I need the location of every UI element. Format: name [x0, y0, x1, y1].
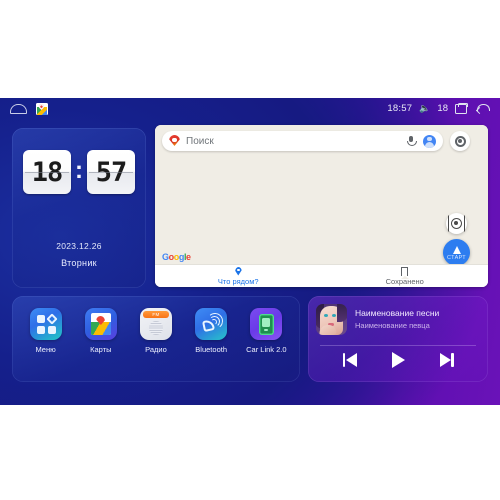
music-track-row: Наименование песни Наименование певца — [316, 304, 480, 335]
music-controls — [308, 352, 488, 368]
flip-clock: 18 : 57 — [12, 150, 146, 194]
apps-dock: Меню Карты FM Радио Bluetooth Car Link 2… — [12, 296, 300, 382]
app-car-link[interactable]: Car Link 2.0 — [240, 308, 292, 354]
google-maps-pin-icon — [169, 135, 180, 147]
previous-track-button[interactable] — [340, 352, 360, 368]
car-head-unit-screen: 18:57 🔈 18 18 : 57 2023.12.26 Вторник По… — [0, 98, 500, 405]
clock-separator: : — [75, 156, 83, 184]
back-arrow-icon[interactable] — [475, 103, 490, 114]
play-icon — [391, 352, 405, 368]
map-widget[interactable]: Поиск СТАРТ Google Что рядом? Сохранено — [155, 125, 488, 287]
google-maps-icon[interactable] — [36, 102, 48, 115]
track-title: Наименование песни — [355, 308, 440, 318]
status-bar: 18:57 🔈 18 — [0, 98, 500, 119]
tab-saved[interactable]: Сохранено — [322, 266, 489, 286]
radio-fm-icon: FM — [139, 308, 172, 340]
status-clock: 18:57 — [387, 103, 413, 114]
app-radio-label: Радио — [145, 345, 167, 354]
music-divider — [320, 345, 476, 346]
weekday-label: Вторник — [61, 258, 97, 268]
skip-next-icon — [439, 353, 454, 367]
map-settings-button[interactable] — [450, 131, 470, 151]
clock-hours: 18 — [23, 150, 71, 194]
music-widget[interactable]: Наименование песни Наименование певца — [308, 296, 488, 382]
status-bar-right: 18:57 🔈 18 — [387, 103, 500, 114]
app-maps[interactable]: Карты — [75, 308, 127, 354]
app-car-link-label: Car Link 2.0 — [246, 345, 287, 354]
my-location-icon — [448, 215, 466, 233]
app-bluetooth[interactable]: Bluetooth — [185, 308, 237, 354]
navigation-arrow-icon — [452, 246, 461, 254]
my-location-button[interactable] — [446, 213, 467, 234]
tab-nearby[interactable]: Что рядом? — [155, 267, 322, 286]
home-icon[interactable] — [10, 103, 27, 114]
car-link-icon — [250, 308, 283, 340]
date-label: 2023.12.26 — [56, 241, 102, 251]
app-radio[interactable]: FM Радио — [130, 308, 182, 354]
music-text-block: Наименование песни Наименование певца — [355, 307, 480, 332]
map-bottom-tabs: Что рядом? Сохранено — [155, 264, 488, 287]
microphone-icon[interactable] — [406, 135, 417, 147]
skip-previous-icon — [342, 353, 358, 367]
recents-icon[interactable] — [455, 103, 468, 114]
bluetooth-phone-icon — [195, 308, 228, 340]
next-track-button[interactable] — [436, 352, 456, 368]
start-button-label: СТАРТ — [447, 255, 466, 261]
account-avatar-icon[interactable] — [423, 134, 436, 148]
speaker-volume-icon[interactable]: 🔈 — [419, 103, 430, 114]
clock-minutes: 57 — [87, 150, 135, 194]
play-button[interactable] — [388, 352, 408, 368]
tab-nearby-label: Что рядом? — [217, 276, 259, 286]
status-bar-left — [0, 102, 48, 115]
track-artist: Наименование певца — [355, 321, 430, 330]
start-navigation-button[interactable]: СТАРТ — [443, 239, 470, 266]
menu-grid-icon — [29, 308, 62, 340]
search-input[interactable]: Поиск — [186, 136, 406, 147]
google-attribution: Google — [162, 252, 191, 262]
app-bluetooth-label: Bluetooth — [195, 345, 227, 354]
map-settings-icon — [454, 135, 466, 147]
clock-widget[interactable]: 18 : 57 2023.12.26 Вторник — [12, 128, 146, 288]
bookmark-icon — [401, 266, 410, 279]
maps-icon — [84, 308, 117, 340]
location-pin-icon — [235, 267, 242, 276]
app-menu-label: Меню — [35, 345, 56, 354]
app-maps-label: Карты — [90, 345, 112, 354]
map-search-bar[interactable]: Поиск — [162, 131, 443, 151]
volume-level: 18 — [437, 103, 448, 114]
app-menu[interactable]: Меню — [20, 308, 72, 354]
album-art — [316, 304, 347, 335]
